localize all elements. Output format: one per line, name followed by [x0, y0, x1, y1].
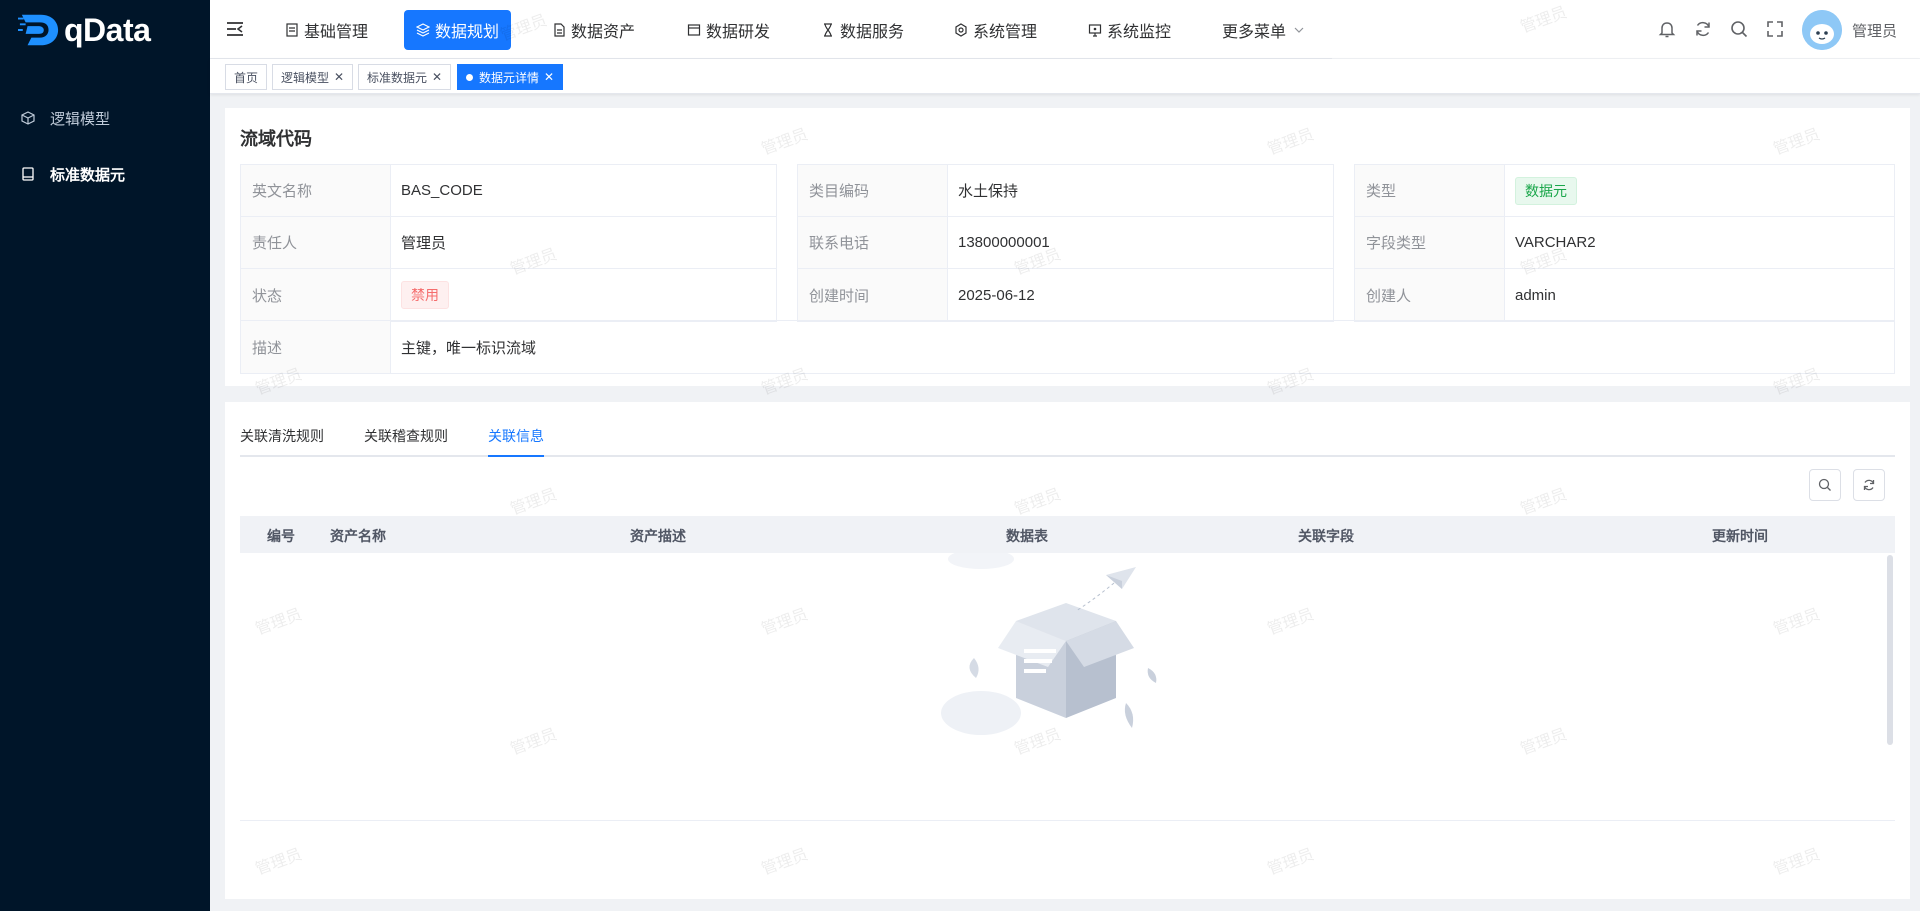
nav-item-more-menu[interactable]: 更多菜单	[1210, 10, 1316, 50]
window-icon	[687, 23, 701, 37]
type-badge: 数据元	[1515, 176, 1577, 205]
tag-data-element-detail[interactable]: 数据元详情 ✕	[457, 64, 564, 90]
close-icon[interactable]: ✕	[432, 70, 442, 84]
tag-home[interactable]: 首页	[225, 64, 268, 90]
logo-icon	[18, 13, 60, 47]
column-header: 资产名称	[330, 528, 386, 544]
active-dot	[466, 73, 473, 81]
close-icon[interactable]: ✕	[334, 70, 344, 84]
cube-icon	[20, 110, 36, 126]
detail-row: 创建人 admin	[1355, 269, 1894, 321]
monitor-icon	[1088, 23, 1102, 37]
search-button[interactable]	[1809, 469, 1841, 501]
close-icon[interactable]: ✕	[544, 70, 554, 84]
nav-item-data-service[interactable]: 数据服务	[809, 10, 916, 50]
column-header: 数据表	[1006, 528, 1048, 544]
logo[interactable]: qData	[0, 0, 210, 60]
tab-audit-rules[interactable]: 关联稽查规则	[364, 426, 448, 446]
vertical-scrollbar[interactable]	[1887, 555, 1893, 745]
empty-box-illustration	[936, 549, 1196, 756]
tags-view: 首页 逻辑模型 ✕ 标准数据元 ✕ 数据元详情 ✕	[210, 59, 1920, 94]
document-icon	[552, 23, 566, 37]
nav-item-system-monitor[interactable]: 系统监控	[1076, 10, 1183, 50]
grid-icon	[285, 23, 299, 37]
nav-item-basic-management[interactable]: 基础管理	[273, 10, 380, 50]
detail-description: 描述 主键，唯一标识流域	[240, 320, 1895, 374]
detail-column-3: 类型 数据元 字段类型 VARCHAR2 创建人 admin	[1354, 164, 1895, 322]
sidebar-item-label: 逻辑模型	[50, 110, 111, 128]
hourglass-icon	[821, 23, 835, 37]
column-header: 更新时间	[1712, 528, 1768, 544]
detail-row: 责任人 管理员	[241, 217, 776, 269]
sidebar-item-standard-data-element[interactable]: 标准数据元	[0, 146, 210, 202]
page-title: 流域代码	[240, 129, 312, 149]
settings-icon	[954, 23, 968, 37]
detail-card: 流域代码 英文名称 BAS_CODE 责任人 管理员 状态 禁用 类目编码 水土…	[225, 108, 1910, 386]
detail-row: 描述 主键，唯一标识流域	[241, 321, 1894, 373]
detail-row: 类目编码 水土保持	[798, 165, 1333, 217]
refresh-icon[interactable]	[1693, 19, 1713, 39]
detail-row: 类型 数据元	[1355, 165, 1894, 217]
related-card: 关联清洗规则 关联稽查规则 关联信息 编号 资产名称 资产描述 数据表 关联字段…	[225, 402, 1910, 899]
table-header: 编号 资产名称 资产描述 数据表 关联字段 更新时间	[240, 516, 1895, 553]
chevron-down-icon	[1294, 25, 1304, 35]
tab-active-indicator	[488, 455, 544, 457]
username[interactable]: 管理员	[1852, 20, 1897, 41]
avatar[interactable]	[1802, 10, 1842, 50]
top-navbar: 基础管理 数据规划 数据资产 数据研发 数据服务 系统管理 系统监控 更多菜单	[210, 0, 1920, 58]
table-body	[240, 549, 1895, 821]
tag-standard-data-element[interactable]: 标准数据元 ✕	[358, 64, 452, 90]
tab-related-info[interactable]: 关联信息	[488, 426, 544, 446]
detail-row: 创建时间 2025-06-12	[798, 269, 1333, 321]
tabs: 关联清洗规则 关联稽查规则 关联信息	[240, 422, 1895, 457]
bell-icon[interactable]	[1657, 19, 1677, 39]
layers-icon	[416, 23, 430, 37]
nav-item-data-planning[interactable]: 数据规划	[404, 10, 512, 50]
book-icon	[20, 166, 36, 182]
detail-row: 状态 禁用	[241, 269, 776, 321]
tab-cleaning-rules[interactable]: 关联清洗规则	[240, 426, 324, 446]
fullscreen-icon[interactable]	[1765, 19, 1785, 39]
logo-text: qData	[64, 11, 151, 48]
tag-logic-model[interactable]: 逻辑模型 ✕	[272, 64, 354, 90]
nav-item-data-development[interactable]: 数据研发	[675, 10, 782, 50]
sidebar-item-logic-model[interactable]: 逻辑模型	[0, 90, 210, 146]
column-header: 关联字段	[1298, 528, 1354, 544]
column-header: 资产描述	[630, 528, 686, 544]
detail-column-2: 类目编码 水土保持 联系电话 13800000001 创建时间 2025-06-…	[797, 164, 1334, 322]
refresh-button[interactable]	[1853, 469, 1885, 501]
search-icon	[1818, 478, 1832, 492]
column-header: 编号	[267, 528, 295, 544]
detail-row: 字段类型 VARCHAR2	[1355, 217, 1894, 269]
sidebar-item-label: 标准数据元	[50, 166, 126, 184]
nav-item-data-assets[interactable]: 数据资产	[540, 10, 647, 50]
detail-row: 联系电话 13800000001	[798, 217, 1333, 269]
status-badge: 禁用	[401, 281, 449, 309]
detail-row: 英文名称 BAS_CODE	[241, 165, 776, 217]
sidebar: qData 逻辑模型 标准数据元	[0, 0, 210, 911]
detail-column-1: 英文名称 BAS_CODE 责任人 管理员 状态 禁用	[240, 164, 777, 322]
refresh-icon	[1862, 478, 1876, 492]
hamburger-icon[interactable]	[225, 19, 245, 39]
nav-item-system-management[interactable]: 系统管理	[942, 10, 1049, 50]
search-icon[interactable]	[1729, 19, 1749, 39]
